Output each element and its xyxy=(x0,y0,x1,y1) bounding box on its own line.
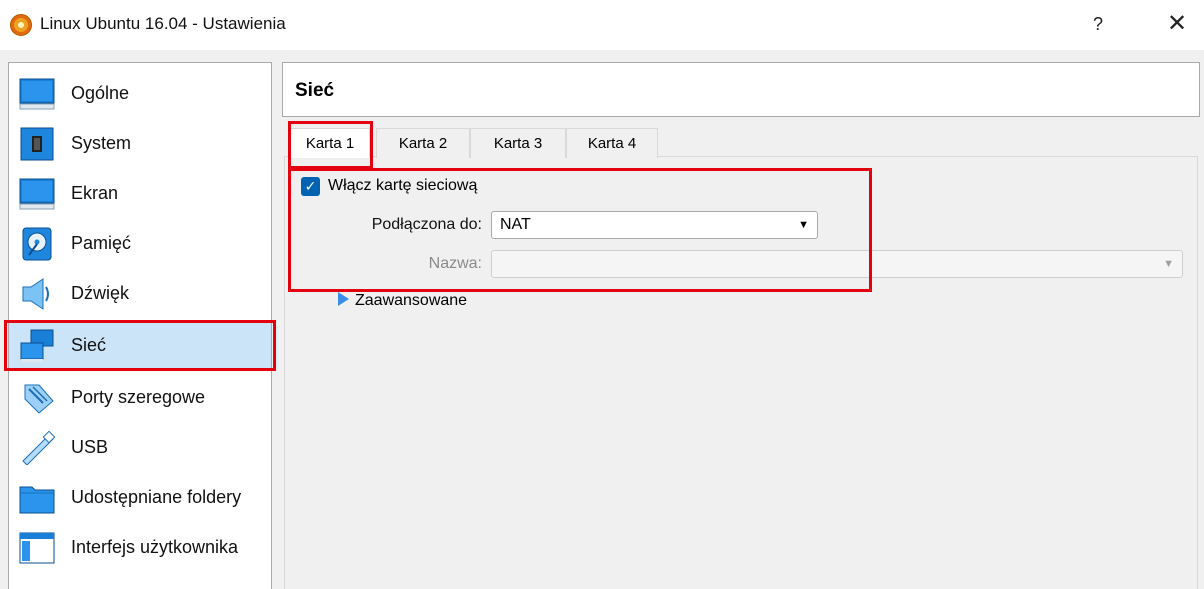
audio-speaker-icon xyxy=(22,278,49,310)
sidebar-item-label: Dźwięk xyxy=(71,283,130,303)
sidebar-item-label: System xyxy=(71,133,132,153)
virtualbox-app-icon xyxy=(10,14,32,36)
network-icon xyxy=(20,329,54,362)
shared-folder-icon xyxy=(19,486,55,514)
name-select[interactable]: ▼ xyxy=(491,250,1183,278)
sidebar-item-label: Porty szeregowe xyxy=(71,387,206,407)
serial-port-icon xyxy=(24,384,54,414)
sidebar-item-shared-folders[interactable]: Udostępniane foldery xyxy=(9,473,271,523)
close-button[interactable]: ✕ xyxy=(1162,12,1192,36)
advanced-toggle[interactable]: Zaawansowane xyxy=(338,292,467,310)
usb-icon xyxy=(22,431,55,465)
sidebar-item-label: Udostępniane foldery xyxy=(71,487,242,507)
tab-adapter-4[interactable]: Karta 4 xyxy=(566,128,658,158)
sidebar-item-label: Interfejs użytkownika xyxy=(71,537,239,557)
attached-to-value: NAT xyxy=(500,216,531,233)
help-button[interactable]: ? xyxy=(1083,12,1113,36)
sidebar-item-usb[interactable]: USB xyxy=(9,423,271,473)
sidebar-item-storage[interactable]: Pamięć xyxy=(9,219,271,269)
sidebar-item-label: Pamięć xyxy=(71,233,132,253)
display-icon xyxy=(19,178,55,210)
sidebar-item-display[interactable]: Ekran xyxy=(9,169,271,219)
sidebar-item-network[interactable]: Sieć xyxy=(4,320,276,371)
name-label: Nazwa: xyxy=(428,255,482,272)
sidebar-item-label: Sieć xyxy=(71,335,107,355)
sidebar-item-system[interactable]: System xyxy=(9,119,271,169)
general-monitor-icon xyxy=(19,78,55,110)
enable-adapter-label[interactable]: Włącz kartę sieciową xyxy=(328,177,477,195)
sidebar-item-user-interface[interactable]: Interfejs użytkownika xyxy=(9,523,271,573)
settings-sidebar: Ogólne System Ekran Pamięć Dźwięk Sieć P… xyxy=(4,62,276,589)
sidebar-item-label: Ekran xyxy=(71,183,119,203)
tab-adapter-2[interactable]: Karta 2 xyxy=(376,128,470,158)
chevron-down-icon: ▼ xyxy=(798,219,809,231)
sidebar-item-label: USB xyxy=(71,437,109,457)
tab-adapter-3[interactable]: Karta 3 xyxy=(470,128,566,158)
window-title: Linux Ubuntu 16.04 - Ustawienia xyxy=(40,14,286,33)
advanced-label: Zaawansowane xyxy=(355,292,468,309)
title-bar: Linux Ubuntu 16.04 - Ustawienia ? ✕ xyxy=(0,0,1204,50)
sidebar-item-label: Ogólne xyxy=(71,83,130,103)
system-chip-icon xyxy=(20,127,54,161)
enable-adapter-checkbox[interactable]: ✓ xyxy=(301,177,320,196)
storage-disk-icon xyxy=(22,227,52,261)
chevron-down-icon: ▼ xyxy=(1163,258,1174,270)
page-title: Sieć xyxy=(295,80,335,101)
attached-to-select[interactable]: NAT ▼ xyxy=(491,211,818,239)
attached-to-label: Podłączona do: xyxy=(371,216,482,233)
user-interface-icon xyxy=(19,532,55,564)
expand-arrow-icon xyxy=(338,292,349,306)
section-header: Sieć xyxy=(282,62,1200,117)
sidebar-item-audio[interactable]: Dźwięk xyxy=(9,269,271,319)
sidebar-item-general[interactable]: Ogólne xyxy=(9,69,271,119)
tab-adapter-1[interactable]: Karta 1 xyxy=(290,128,370,158)
sidebar-item-serial-ports[interactable]: Porty szeregowe xyxy=(9,373,271,423)
